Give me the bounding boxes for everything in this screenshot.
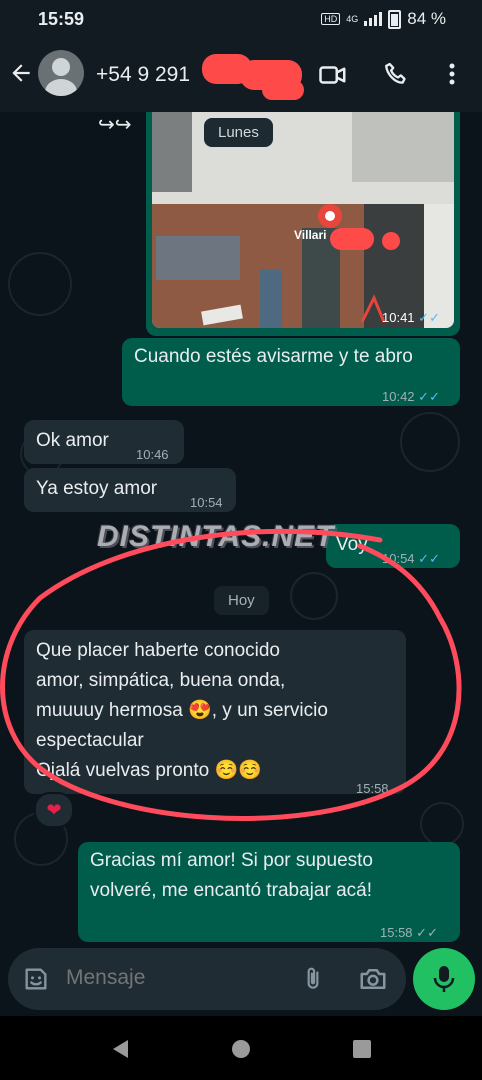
microphone-icon xyxy=(432,964,456,999)
nav-back-icon[interactable] xyxy=(110,1038,130,1065)
hd-indicator: HD xyxy=(321,13,341,25)
status-time: 15:59 xyxy=(38,9,85,29)
battery-icon xyxy=(388,9,402,29)
heart-reaction[interactable]: ❤ xyxy=(34,792,74,828)
read-receipt-icon: ✓✓ xyxy=(418,551,440,566)
nav-recents-icon[interactable] xyxy=(352,1039,372,1064)
message-text: Ok amor xyxy=(36,430,109,451)
chat-header: +54 9 291 xyxy=(0,38,482,112)
camera-icon[interactable] xyxy=(358,964,388,999)
status-bar: 15:59 HD 4G 84 % xyxy=(0,0,482,38)
read-receipt-icon: ✓✓ xyxy=(418,389,440,404)
wallpaper-doodle xyxy=(8,252,72,316)
wallpaper-doodle xyxy=(420,802,464,846)
redaction-mark xyxy=(382,232,400,250)
location-preview-image[interactable] xyxy=(152,112,454,328)
message-time: 10:42 ✓✓ xyxy=(382,389,440,404)
contact-name[interactable]: +54 9 291 xyxy=(96,63,190,87)
attach-icon[interactable] xyxy=(300,964,326,999)
incoming-message[interactable]: Ya estoy amor 10:54 xyxy=(24,468,236,512)
location-place-label: Villari xyxy=(294,228,327,242)
status-icons: HD 4G 84 % xyxy=(321,9,446,29)
message-time: 15:58 ✓✓ xyxy=(380,925,438,940)
message-input-bar[interactable] xyxy=(8,948,406,1010)
wallpaper-doodle xyxy=(400,412,460,472)
chat-area[interactable]: ↪↪ Lunes Villari 10:41 ✓✓ Cuando estés a… xyxy=(0,112,482,950)
back-arrow-icon[interactable] xyxy=(8,60,34,91)
message-time: 10:46 xyxy=(136,447,169,462)
redaction-mark xyxy=(330,228,374,250)
wallpaper-doodle xyxy=(290,572,338,620)
outgoing-message[interactable]: Cuando estés avisarme y te abro 10:42 ✓✓ xyxy=(122,338,460,406)
network-type: 4G xyxy=(346,14,359,24)
incoming-message[interactable]: Ok amor 10:46 xyxy=(24,420,184,464)
day-label-lunes: Lunes xyxy=(204,118,273,147)
redaction-mark xyxy=(262,80,304,100)
voice-call-icon[interactable] xyxy=(382,60,410,93)
outgoing-message[interactable]: Gracias mí amor! Si por supuesto volveré… xyxy=(78,842,460,942)
message-time: 10:41 ✓✓ xyxy=(382,310,440,325)
message-text: Cuando estés avisarme y te abro xyxy=(134,346,413,367)
message-input[interactable] xyxy=(64,965,288,991)
contact-avatar[interactable] xyxy=(38,50,84,96)
video-call-icon[interactable] xyxy=(318,60,348,95)
delivered-receipt-icon: ✓✓ xyxy=(416,925,438,940)
voice-message-button[interactable] xyxy=(413,948,475,1010)
more-options-icon[interactable] xyxy=(440,60,464,93)
message-time: 10:54 xyxy=(190,495,223,510)
forward-icon[interactable]: ↪↪ xyxy=(98,112,132,137)
heart-icon: ❤ xyxy=(46,799,62,820)
system-navigation-bar xyxy=(0,1016,482,1080)
message-text: Voy xyxy=(336,534,368,555)
watermark: DISTINTAS.NET xyxy=(97,520,335,553)
message-text: Ya estoy amor xyxy=(36,478,158,499)
sticker-icon[interactable] xyxy=(22,965,50,998)
message-time: 15:58 xyxy=(356,781,389,796)
message-text: Que placer haberte conocido amor, simpát… xyxy=(36,640,328,781)
read-receipt-icon: ✓✓ xyxy=(418,310,440,325)
signal-icon xyxy=(364,12,383,26)
message-time: 10:54 ✓✓ xyxy=(382,551,440,566)
day-label-hoy: Hoy xyxy=(214,586,269,615)
message-text: Gracias mí amor! Si por supuesto volveré… xyxy=(90,850,373,901)
location-message[interactable]: Lunes Villari 10:41 ✓✓ xyxy=(146,112,460,336)
nav-home-icon[interactable] xyxy=(231,1039,251,1064)
incoming-message[interactable]: Que placer haberte conocido amor, simpát… xyxy=(24,630,406,796)
outgoing-message[interactable]: Voy 10:54 ✓✓ xyxy=(326,524,460,568)
battery-level: 84 % xyxy=(407,9,446,28)
